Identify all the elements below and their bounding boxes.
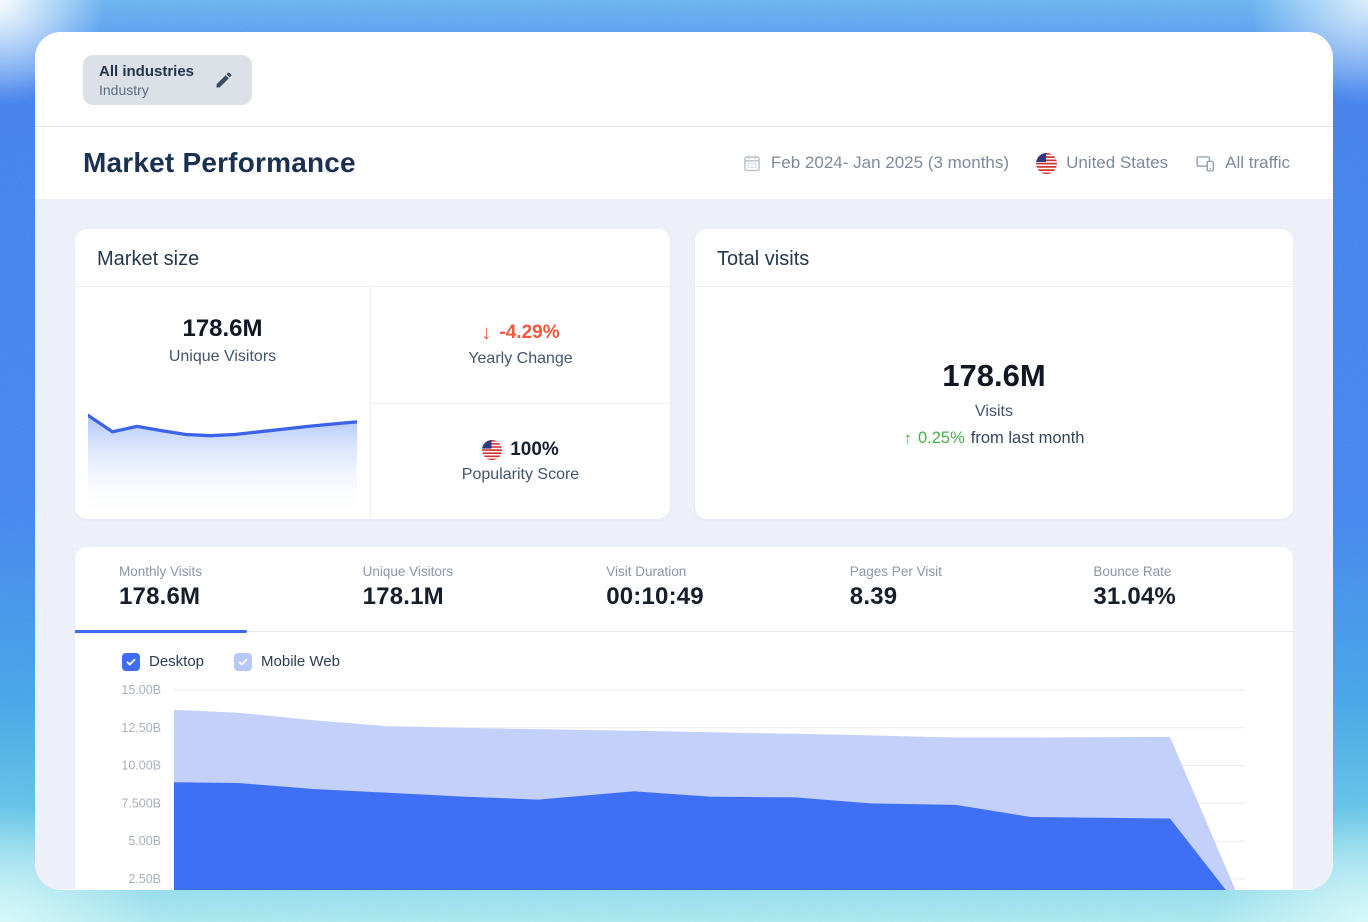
industry-chip-label: Industry (99, 81, 194, 99)
metrics-divider (75, 630, 1293, 633)
yearly-change-value: -4.29% (499, 322, 559, 344)
unique-visitors-cell: 178.6M Unique Visitors (75, 287, 371, 519)
chart-legend: Desktop Mobile Web (75, 633, 1293, 675)
market-size-body: 178.6M Unique Visitors (75, 287, 670, 519)
calendar-icon (742, 153, 762, 173)
visits-change-value: 0.25% (918, 429, 965, 448)
us-flag-icon (482, 440, 502, 460)
svg-text:7.500B: 7.500B (121, 796, 161, 810)
arrow-up-icon: ↑ (903, 429, 912, 449)
metric-value: 178.6M (119, 583, 319, 611)
legend-desktop-label: Desktop (149, 653, 204, 670)
country-filter[interactable]: United States (1036, 153, 1168, 174)
metric-value: 8.39 (850, 583, 1050, 611)
market-size-stats: ↓ -4.29% Yearly Change (371, 287, 670, 519)
unique-visitors-value: 178.6M (182, 315, 262, 343)
industry-chip-text: All industries Industry (99, 62, 194, 99)
legend-mobile-web-checkbox[interactable]: Mobile Web (234, 653, 340, 671)
metric-value: 178.1M (363, 583, 563, 611)
metric-label: Visit Duration (606, 564, 806, 579)
unique-visitors-label: Unique Visitors (169, 348, 276, 366)
popularity-value-line: 100% (482, 439, 559, 461)
metric-tabs: Monthly Visits 178.6M Unique Visitors 17… (75, 547, 1293, 630)
svg-text:10.00B: 10.00B (121, 759, 161, 773)
metric-tab-visit-duration[interactable]: Visit Duration 00:10:49 (562, 547, 806, 630)
page-header: Market Performance Feb 2024- Jan 2025 (3… (35, 127, 1333, 199)
svg-text:5.00B: 5.00B (128, 834, 161, 848)
top-bar: All industries Industry (35, 32, 1333, 127)
date-range-filter[interactable]: Feb 2024- Jan 2025 (3 months) (742, 153, 1009, 173)
total-visits-title: Total visits (695, 229, 1293, 287)
us-flag-icon (1036, 153, 1057, 174)
legend-mobile-web-label: Mobile Web (261, 653, 340, 670)
dashboard-content: Market size 178.6M Unique Visitors (35, 199, 1333, 889)
traffic-label: All traffic (1225, 153, 1290, 173)
svg-text:15.00B: 15.00B (121, 683, 161, 697)
popularity-label: Popularity Score (462, 466, 579, 484)
yearly-change-value-line: ↓ -4.29% (481, 322, 559, 345)
checkbox-checked-icon[interactable] (234, 653, 252, 671)
market-size-title: Market size (75, 229, 670, 287)
total-visits-label: Visits (975, 403, 1013, 421)
yearly-change-label: Yearly Change (468, 350, 572, 368)
legend-desktop-checkbox[interactable]: Desktop (122, 653, 204, 671)
traffic-trend-chart: 15.00B 12.50B 10.00B 7.500B 5.00B 2.50B (75, 680, 1293, 890)
total-visits-card: Total visits 178.6M Visits ↑ 0.25% from … (695, 229, 1293, 519)
checkbox-checked-icon[interactable] (122, 653, 140, 671)
unique-visitors-sparkline (88, 397, 357, 517)
page-title: Market Performance (83, 147, 356, 179)
metric-tab-monthly-visits[interactable]: Monthly Visits 178.6M (75, 547, 319, 630)
metric-label: Pages Per Visit (850, 564, 1050, 579)
svg-text:2.50B: 2.50B (128, 872, 161, 886)
svg-text:12.50B: 12.50B (121, 721, 161, 735)
industry-filter-chip[interactable]: All industries Industry (83, 55, 252, 105)
industry-chip-value: All industries (99, 62, 194, 81)
metric-label: Bounce Rate (1093, 564, 1293, 579)
market-size-card: Market size 178.6M Unique Visitors (75, 229, 670, 519)
total-visits-body: 178.6M Visits ↑ 0.25% from last month (695, 287, 1293, 519)
yearly-change-cell: ↓ -4.29% Yearly Change (371, 287, 670, 404)
header-filters: Feb 2024- Jan 2025 (3 months) (742, 153, 1290, 174)
traffic-metrics-card: Monthly Visits 178.6M Unique Visitors 17… (75, 547, 1293, 890)
metric-value: 00:10:49 (606, 583, 806, 611)
popularity-value: 100% (510, 439, 559, 461)
metric-value: 31.04% (1093, 583, 1293, 611)
country-label: United States (1066, 153, 1168, 173)
app-panel: All industries Industry Market Performan… (35, 32, 1333, 890)
traffic-filter[interactable]: All traffic (1195, 153, 1290, 174)
arrow-down-icon: ↓ (481, 322, 491, 345)
devices-icon (1195, 153, 1216, 174)
metric-tab-bounce-rate[interactable]: Bounce Rate 31.04% (1049, 547, 1293, 630)
popularity-score-cell: 100% Popularity Score (371, 404, 670, 520)
metric-tab-pages-per-visit[interactable]: Pages Per Visit 8.39 (806, 547, 1050, 630)
metric-tab-unique-visitors[interactable]: Unique Visitors 178.1M (319, 547, 563, 630)
active-tab-underline (75, 630, 247, 633)
metric-label: Monthly Visits (119, 564, 319, 579)
visits-change-suffix: from last month (971, 429, 1085, 448)
pencil-icon[interactable] (214, 70, 234, 90)
metric-label: Unique Visitors (363, 564, 563, 579)
visits-change-line: ↑ 0.25% from last month (903, 429, 1084, 449)
total-visits-value: 178.6M (942, 358, 1045, 394)
date-range-label: Feb 2024- Jan 2025 (3 months) (771, 153, 1009, 173)
